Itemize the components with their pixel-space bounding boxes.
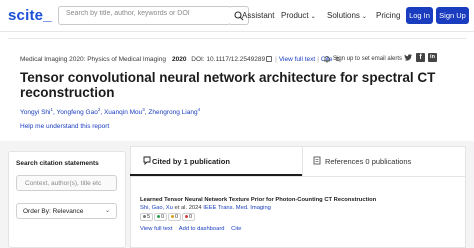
nav-solutions[interactable]: Solutions ⌄: [327, 11, 367, 20]
badge-supporting[interactable]: 0: [154, 213, 168, 221]
badge-dot: [143, 215, 146, 219]
view-full-text-action[interactable]: View full text: [140, 226, 172, 232]
venue: Medical Imaging 2020: Physics of Medical…: [20, 56, 166, 63]
citation-search-label: Search citation statements: [16, 160, 99, 167]
scite-logo[interactable]: scite_: [8, 7, 52, 24]
badge-dot: [171, 215, 174, 219]
tab-cited-by-label: Cited by 1 publication: [152, 157, 230, 166]
citing-publication-card: [130, 176, 466, 248]
add-to-dashboard-action[interactable]: Add to dashboard: [179, 226, 225, 232]
author-link[interactable]: Yongfeng Gao2: [57, 107, 101, 116]
signup-button[interactable]: Sign Up: [436, 7, 469, 24]
author-link[interactable]: Xuanqin Mou3: [104, 107, 145, 116]
nav-product-label: Product: [281, 11, 309, 20]
citing-year: 2024: [188, 205, 202, 211]
copy-icon[interactable]: [266, 56, 273, 63]
nav-product[interactable]: Product ⌄: [281, 11, 316, 20]
paper-title: Tensor convolutional neural network arch…: [20, 70, 436, 100]
nav-assistant-label: Assistant: [242, 11, 275, 20]
help-understand-link[interactable]: Help me understand this report: [20, 123, 109, 130]
citation-search-field: [16, 175, 117, 191]
citing-title[interactable]: Learned Tensor Neural Network Texture Pr…: [140, 197, 376, 203]
twitter-bird-glyph: [404, 54, 412, 61]
order-by-value: Order By: Relevance: [23, 208, 84, 215]
chevron-down-icon: ⌄: [104, 208, 110, 214]
login-button[interactable]: Log In: [406, 7, 433, 24]
year: 2020: [171, 56, 187, 63]
author-link[interactable]: Yongyi Shi1: [20, 107, 53, 116]
search-box: [58, 6, 231, 25]
nav-assistant[interactable]: Assistant: [242, 11, 274, 20]
linkedin-icon[interactable]: in: [428, 53, 437, 62]
search-input[interactable]: [66, 10, 216, 17]
tab-cited-by[interactable]: Cited by 1 publication: [130, 146, 302, 176]
author-link[interactable]: Zhengrong Liang4: [148, 107, 200, 116]
quote-icon: [143, 156, 151, 165]
citing-authors[interactable]: Shi, Gao, Xu: [140, 205, 173, 211]
chevron-down-icon: ⌄: [310, 14, 316, 20]
facebook-icon[interactable]: f: [416, 53, 425, 62]
author-list: Yongyi Shi1, Yongfeng Gao2, Xuanqin Mou3…: [20, 107, 201, 117]
citing-actions: View full text Add to dashboard Cite: [140, 226, 246, 232]
cite-action[interactable]: Cite: [231, 226, 241, 232]
citing-journal[interactable]: IEEE Trans. Med. Imaging: [203, 205, 271, 211]
citing-meta: Shi, Gao, Xu et al. 2024 IEEE Trans. Med…: [140, 205, 271, 211]
email-alerts-link[interactable]: Sign up to set email alerts: [333, 56, 402, 62]
nav-pricing-label: Pricing: [376, 11, 401, 20]
tab-references[interactable]: References 0 publications: [302, 146, 466, 176]
separator: |: [275, 56, 277, 63]
paper-meta-row: Medical Imaging 2020: Physics of Medical…: [20, 56, 340, 64]
badge-contrasting[interactable]: 0: [182, 213, 196, 221]
chevron-down-icon: ⌄: [361, 14, 367, 20]
document-icon: [313, 156, 321, 165]
view-full-text-link[interactable]: View full text: [279, 56, 315, 63]
tab-references-label: References 0 publications: [325, 157, 412, 166]
nav-pricing[interactable]: Pricing: [376, 11, 400, 20]
badge-total[interactable]: 5: [140, 213, 154, 221]
nav-solutions-label: Solutions: [327, 11, 360, 20]
badge-dot: [157, 215, 160, 219]
citing-et-al: et al.: [174, 205, 188, 211]
citation-search-input[interactable]: [25, 180, 113, 187]
badge-mentioning[interactable]: 0: [168, 213, 182, 221]
doi: DOI: 10.1117/12.2549289: [191, 56, 266, 63]
separator: |: [317, 56, 319, 63]
order-by-select[interactable]: Order By: Relevance ⌄: [16, 203, 117, 219]
badge-dot: [185, 215, 188, 219]
twitter-icon[interactable]: [404, 53, 413, 62]
bell-icon[interactable]: [323, 55, 331, 63]
